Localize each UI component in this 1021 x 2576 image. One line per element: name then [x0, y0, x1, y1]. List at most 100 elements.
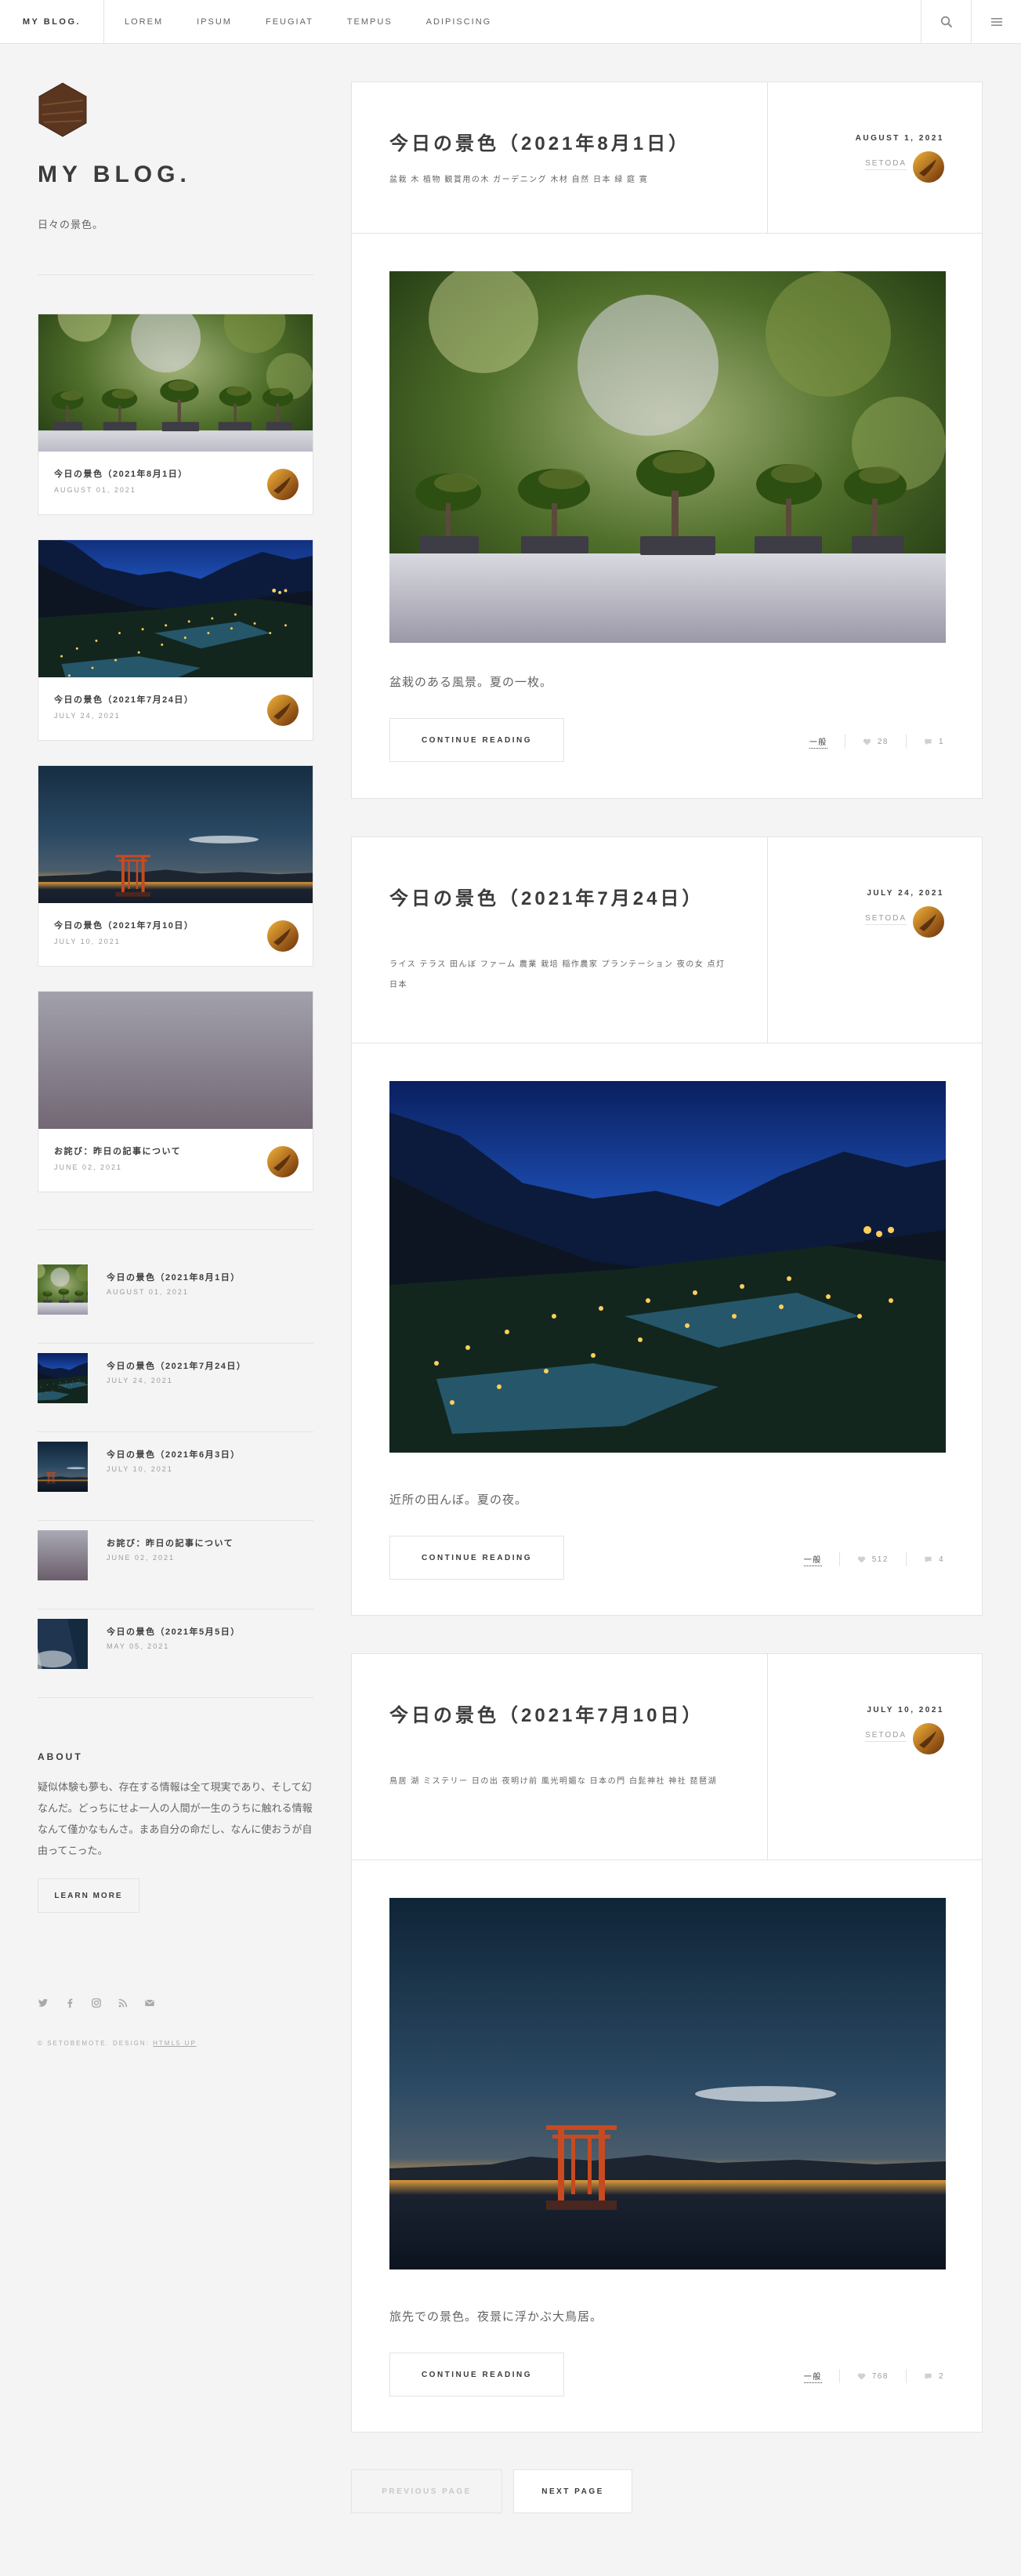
comments-value: 2 — [938, 2371, 944, 2381]
nav-item-feugiat[interactable]: FEUGIAT — [263, 0, 313, 44]
author-avatar[interactable] — [267, 469, 299, 500]
continue-reading-button[interactable]: CONTINUE READING — [389, 1536, 564, 1580]
post-author[interactable]: SETODA — [865, 914, 907, 925]
search-button[interactable] — [921, 0, 971, 44]
list-item-title[interactable]: 今日の景色（2021年5月5日） — [107, 1625, 241, 1638]
post-thumbnail[interactable] — [38, 1530, 88, 1580]
comments-count[interactable]: 2 — [905, 2369, 944, 2383]
continue-reading-button[interactable]: CONTINUE READING — [389, 718, 564, 762]
list-item-title[interactable]: 今日の景色（2021年7月24日） — [107, 1359, 246, 1372]
copyright: © SETOBEMOTE. DESIGN: HTML5 UP — [38, 2040, 197, 2047]
mini-post-title[interactable]: 今日の景色（2021年7月10日） — [54, 919, 194, 931]
nav-item-ipsum[interactable]: IPSUM — [194, 0, 232, 44]
author-avatar[interactable] — [913, 1723, 944, 1754]
post-category[interactable]: 一般 — [803, 1553, 822, 1566]
heart-icon — [863, 738, 871, 746]
about-heading: ABOUT — [38, 1751, 83, 1762]
post-image[interactable] — [389, 1898, 946, 2269]
mini-post-date: JUNE 02, 2021 — [54, 1163, 123, 1171]
design-credit-link[interactable]: HTML5 UP — [153, 2040, 197, 2047]
list-item-title[interactable]: 今日の景色（2021年6月3日） — [107, 1448, 241, 1460]
previous-page-button[interactable]: PREVIOUS PAGE — [351, 2469, 502, 2513]
list-item[interactable]: お詫び：昨日の記事について JUNE 02, 2021 — [38, 1530, 313, 1619]
mini-post-card[interactable]: 今日の景色（2021年7月24日） JULY 24, 2021 — [38, 539, 313, 741]
mini-post-title[interactable]: 今日の景色（2021年8月1日） — [54, 467, 188, 480]
author-avatar[interactable] — [267, 920, 299, 952]
post-title[interactable]: 今日の景色（2021年7月10日） — [389, 1701, 734, 1731]
list-item[interactable]: 今日の景色（2021年6月3日） JULY 10, 2021 — [38, 1442, 313, 1530]
post-author[interactable]: SETODA — [865, 159, 907, 170]
comment-icon — [925, 2373, 932, 2379]
list-item-date: JUNE 02, 2021 — [107, 1554, 176, 1562]
search-icon — [940, 16, 952, 28]
likes-count[interactable]: 768 — [838, 2369, 889, 2383]
mini-post-image[interactable] — [38, 992, 313, 1129]
divider — [38, 274, 313, 275]
list-item[interactable]: 今日の景色（2021年5月5日） MAY 05, 2021 — [38, 1619, 313, 1707]
twitter-icon[interactable] — [38, 1997, 49, 2008]
mini-post-date: AUGUST 01, 2021 — [54, 486, 136, 494]
post-category[interactable]: 一般 — [809, 735, 827, 749]
list-item-date: JULY 24, 2021 — [107, 1377, 173, 1384]
rss-icon[interactable] — [118, 1997, 129, 2008]
post-thumbnail[interactable] — [38, 1264, 88, 1315]
next-page-button[interactable]: NEXT PAGE — [513, 2469, 632, 2513]
mini-post-title[interactable]: お詫び：昨日の記事について — [54, 1145, 181, 1157]
likes-value: 28 — [877, 737, 889, 746]
mini-post-image[interactable] — [38, 314, 313, 452]
post-category[interactable]: 一般 — [803, 2370, 822, 2383]
mini-post-title[interactable]: 今日の景色（2021年7月24日） — [54, 693, 194, 706]
nav-item-adipiscing[interactable]: ADIPISCING — [424, 0, 492, 44]
post-thumbnail[interactable] — [38, 1353, 88, 1403]
list-item[interactable]: 今日の景色（2021年8月1日） AUGUST 01, 2021 — [38, 1264, 313, 1353]
author-avatar[interactable] — [913, 906, 944, 938]
post-excerpt: 盆栽のある風景。夏の一枚。 — [389, 676, 553, 689]
facebook-icon[interactable] — [64, 1997, 75, 2008]
brand-link[interactable]: MY BLOG. — [0, 0, 104, 44]
post-image[interactable] — [389, 271, 946, 643]
list-item[interactable]: 今日の景色（2021年7月24日） JULY 24, 2021 — [38, 1353, 313, 1442]
author-avatar[interactable] — [267, 1146, 299, 1177]
likes-count[interactable]: 28 — [844, 735, 889, 749]
post-title[interactable]: 今日の景色（2021年7月24日） — [389, 884, 734, 914]
nav-item-tempus[interactable]: TEMPUS — [345, 0, 393, 44]
post-card: 今日の景色（2021年8月1日） 盆栽 木 植物 観賞用の木 ガーデニング 木材… — [351, 82, 983, 799]
post-title[interactable]: 今日の景色（2021年8月1日） — [389, 129, 734, 159]
comments-count[interactable]: 1 — [905, 735, 944, 749]
list-item-title[interactable]: お詫び：昨日の記事について — [107, 1537, 234, 1549]
logo-hexagon-icon[interactable] — [38, 82, 88, 138]
email-icon[interactable] — [144, 1997, 155, 2008]
nav-item-lorem[interactable]: LOREM — [122, 0, 163, 44]
post-stats: 一般 512 4 — [803, 1552, 944, 1566]
likes-count[interactable]: 512 — [838, 1552, 889, 1566]
post-author[interactable]: SETODA — [865, 1731, 907, 1742]
blog-subtitle: 日々の景色。 — [38, 219, 104, 230]
list-item-date: AUGUST 01, 2021 — [107, 1288, 189, 1296]
continue-reading-button[interactable]: CONTINUE READING — [389, 2353, 564, 2396]
menu-button[interactable] — [971, 0, 1021, 44]
instagram-icon[interactable] — [91, 1997, 102, 2008]
post-image[interactable] — [389, 1081, 946, 1453]
list-item-title[interactable]: 今日の景色（2021年8月1日） — [107, 1271, 241, 1283]
blog-title: MY BLOG. — [38, 161, 191, 187]
author-avatar[interactable] — [913, 151, 944, 183]
top-header: MY BLOG. LOREM IPSUM FEUGIAT TEMPUS ADIP… — [0, 0, 1021, 44]
mini-post-card[interactable]: 今日の景色（2021年8月1日） AUGUST 01, 2021 — [38, 314, 313, 515]
mini-post-image[interactable] — [38, 540, 313, 677]
mini-post-card[interactable]: お詫び：昨日の記事について JUNE 02, 2021 — [38, 991, 313, 1192]
post-excerpt: 旅先での景色。夜景に浮かぶ大鳥居。 — [389, 2310, 603, 2324]
mini-post-card[interactable]: 今日の景色（2021年7月10日） JULY 10, 2021 — [38, 765, 313, 967]
mini-post-image[interactable] — [38, 766, 313, 903]
comment-icon — [925, 738, 932, 745]
comments-count[interactable]: 4 — [905, 1552, 944, 1566]
learn-more-button[interactable]: LEARN MORE — [38, 1878, 139, 1913]
likes-value: 768 — [871, 2371, 889, 2381]
about-text: 疑似体験も夢も、存在する情報は全て現実であり、そして幻なんだ。どっちにせよ一人の… — [38, 1781, 313, 1856]
post-date: JULY 24, 2021 — [867, 889, 944, 898]
post-meta — [767, 1654, 982, 1860]
mini-post-date: JULY 10, 2021 — [54, 938, 121, 945]
mini-post-date: JULY 24, 2021 — [54, 712, 121, 720]
author-avatar[interactable] — [267, 695, 299, 726]
post-thumbnail[interactable] — [38, 1619, 88, 1669]
post-thumbnail[interactable] — [38, 1442, 88, 1492]
